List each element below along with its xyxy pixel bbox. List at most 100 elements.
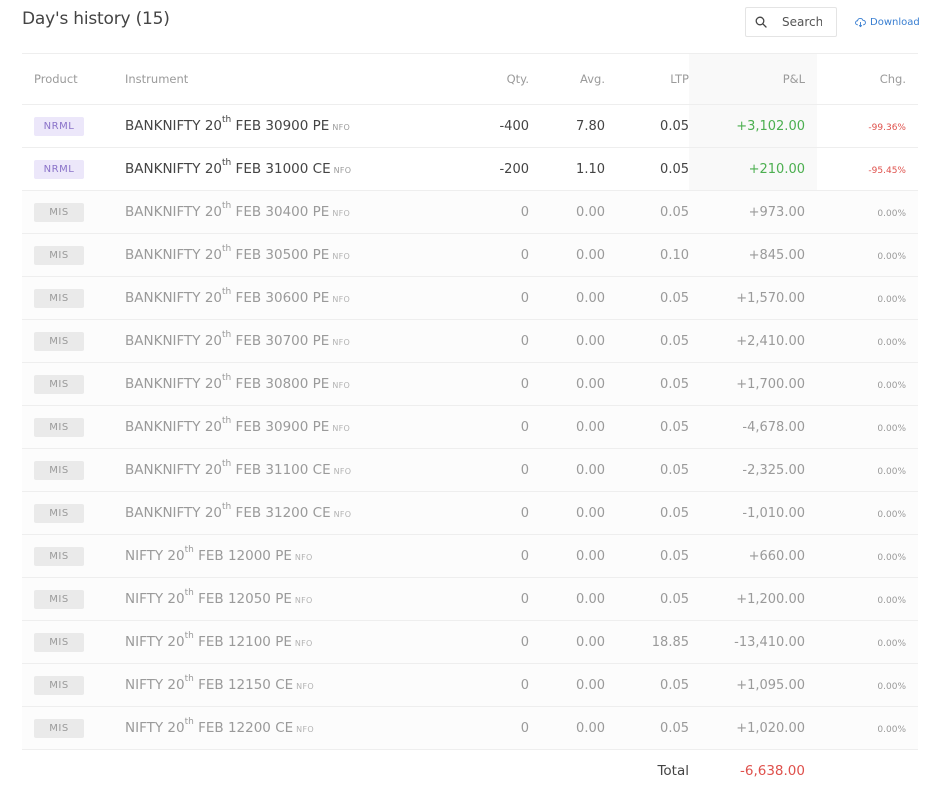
col-header-instrument[interactable]: Instrument: [125, 53, 455, 105]
qty-cell: 0: [455, 276, 529, 320]
table-row[interactable]: MIS BANKNIFTY 20th FEB 30700 PE NFO 0 0.00 0.…: [22, 319, 918, 363]
product-badge: MIS: [34, 331, 84, 351]
table-row[interactable]: MIS NIFTY 20th FEB 12000 PE NFO 0 0.00 0.05 +6…: [22, 534, 918, 578]
instrument-contract: FEB 30500 PE: [231, 247, 330, 263]
instrument-suffix: th: [222, 244, 232, 254]
table-row[interactable]: MIS BANKNIFTY 20th FEB 30800 PE NFO 0 0.00 0.…: [22, 362, 918, 406]
col-header-pnl[interactable]: P&L: [689, 53, 817, 105]
product-cell: MIS: [22, 233, 125, 277]
instrument-contract: FEB 31100 CE: [231, 462, 331, 478]
chg-value: 0.00%: [877, 681, 906, 692]
pnl-cell: -4,678.00: [689, 405, 817, 449]
ltp-cell: 0.05: [605, 534, 689, 578]
exchange-label: NFO: [332, 123, 351, 132]
col-header-chg[interactable]: Chg.: [817, 53, 918, 105]
product-cell: MIS: [22, 405, 125, 449]
table-row[interactable]: MIS NIFTY 20th FEB 12100 PE NFO 0 0.00 18.85-…: [22, 620, 918, 664]
instrument-suffix: th: [222, 115, 232, 125]
instrument-cell: BANKNIFTY 20th FEB 30900 PE NFO: [125, 104, 455, 148]
ltp-cell: 0.10: [605, 233, 689, 277]
search-input[interactable]: [782, 12, 822, 32]
product-badge: MIS: [34, 417, 84, 437]
instrument-cell: BANKNIFTY 20th FEB 30700 PE NFO: [125, 319, 455, 363]
chg-value: 0.00%: [877, 380, 906, 391]
avg-cell: 0.00: [529, 190, 605, 234]
search-box[interactable]: [745, 7, 837, 37]
pnl-cell: +1,200.00: [689, 577, 817, 621]
instrument-suffix: th: [222, 502, 232, 512]
instrument-contract: FEB 31200 CE: [231, 505, 331, 521]
total-row: Total -6,638.00: [22, 749, 918, 792]
avg-cell: 7.80: [529, 104, 605, 148]
chg-value: 0.00%: [877, 208, 906, 219]
product-cell: MIS: [22, 620, 125, 664]
pnl-cell: -2,325.00: [689, 448, 817, 492]
table-row[interactable]: MIS BANKNIFTY 20th FEB 30600 PE NFO 0 0.00 0.…: [22, 276, 918, 320]
pnl-cell: -1,010.00: [689, 491, 817, 535]
instrument-cell: BANKNIFTY 20th FEB 30600 PE NFO: [125, 276, 455, 320]
instrument-contract: FEB 12050 PE: [193, 591, 292, 607]
total-spacer: [22, 749, 125, 792]
chg-cell: 0.00%: [817, 362, 918, 406]
instrument-cell: NIFTY 20th FEB 12100 PE NFO: [125, 620, 455, 664]
pnl-cell: +1,700.00: [689, 362, 817, 406]
instrument-name: NIFTY 20th FEB 12050 PE: [125, 588, 292, 607]
instrument-contract: FEB 12150 CE: [193, 677, 294, 693]
table-row[interactable]: NRML BANKNIFTY 20th FEB 31000 CE NFO -200 1.…: [22, 147, 918, 191]
chg-cell: 0.00%: [817, 663, 918, 707]
product-cell: MIS: [22, 491, 125, 535]
instrument-symbol: BANKNIFTY 20: [125, 376, 223, 392]
chg-cell: 0.00%: [817, 448, 918, 492]
pnl-cell: -13,410.00: [689, 620, 817, 664]
table-row[interactable]: MIS NIFTY 20th FEB 12050 PE NFO 0 0.00 0.05 +1…: [22, 577, 918, 621]
instrument-name: BANKNIFTY 20th FEB 30500 PE: [125, 244, 330, 263]
table-row[interactable]: MIS BANKNIFTY 20th FEB 31100 CE NFO 0 0.00 0.…: [22, 448, 918, 492]
table-row[interactable]: NRML BANKNIFTY 20th FEB 30900 PE NFO -400 7.…: [22, 104, 918, 148]
table-row[interactable]: MIS NIFTY 20th FEB 12150 CE NFO 0 0.00 0.05 +1…: [22, 663, 918, 707]
chg-cell: -99.36%: [817, 104, 918, 148]
avg-cell: 0.00: [529, 233, 605, 277]
instrument-cell: NIFTY 20th FEB 12150 CE NFO: [125, 663, 455, 707]
exchange-label: NFO: [296, 725, 314, 734]
instrument-suffix: th: [184, 674, 194, 684]
cloud-download-icon: [855, 17, 866, 28]
instrument-name: BANKNIFTY 20th FEB 31200 CE: [125, 502, 331, 521]
table-row[interactable]: MIS BANKNIFTY 20th FEB 30400 PE NFO 0 0.00 0.…: [22, 190, 918, 234]
col-header-ltp[interactable]: LTP: [605, 53, 689, 105]
instrument-suffix: th: [184, 631, 194, 641]
qty-cell: -200: [455, 147, 529, 191]
pnl-cell: +1,570.00: [689, 276, 817, 320]
instrument-cell: NIFTY 20th FEB 12000 PE NFO: [125, 534, 455, 578]
ltp-cell: 0.05: [605, 362, 689, 406]
col-header-product[interactable]: Product: [22, 53, 125, 105]
exchange-label: NFO: [332, 424, 351, 433]
avg-cell: 0.00: [529, 319, 605, 363]
table-row[interactable]: MIS BANKNIFTY 20th FEB 30900 PE NFO 0 0.00 0.…: [22, 405, 918, 449]
chg-value: 0.00%: [877, 423, 906, 434]
instrument-cell: BANKNIFTY 20th FEB 30400 PE NFO: [125, 190, 455, 234]
product-cell: MIS: [22, 706, 125, 750]
download-label: Download: [870, 17, 920, 28]
product-badge: NRML: [34, 159, 84, 179]
qty-cell: 0: [455, 663, 529, 707]
table-row[interactable]: MIS BANKNIFTY 20th FEB 31200 CE NFO 0 0.00 0.…: [22, 491, 918, 535]
instrument-name: BANKNIFTY 20th FEB 30900 PE: [125, 115, 329, 134]
instrument-symbol: NIFTY 20: [125, 591, 185, 607]
chg-value: 0.00%: [877, 251, 906, 262]
total-spacer: [125, 749, 455, 792]
table-row[interactable]: MIS BANKNIFTY 20th FEB 30500 PE NFO 0 0.00 0.…: [22, 233, 918, 277]
avg-cell: 0.00: [529, 362, 605, 406]
qty-cell: 0: [455, 319, 529, 363]
qty-cell: 0: [455, 448, 529, 492]
instrument-suffix: th: [184, 717, 194, 727]
download-link[interactable]: Download: [855, 17, 920, 28]
col-header-avg[interactable]: Avg.: [529, 53, 605, 105]
product-cell: MIS: [22, 190, 125, 234]
exchange-label: NFO: [294, 639, 313, 648]
table-row[interactable]: MIS NIFTY 20th FEB 12200 CE NFO 0 0.00 0.05 +1…: [22, 706, 918, 750]
table-header-row: Product Instrument Qty. Avg. LTP P&L Chg…: [22, 53, 918, 105]
instrument-name: NIFTY 20th FEB 12000 PE: [125, 545, 292, 564]
instrument-symbol: NIFTY 20: [125, 720, 185, 736]
col-header-qty[interactable]: Qty.: [455, 53, 529, 105]
chg-cell: -95.45%: [817, 147, 918, 191]
